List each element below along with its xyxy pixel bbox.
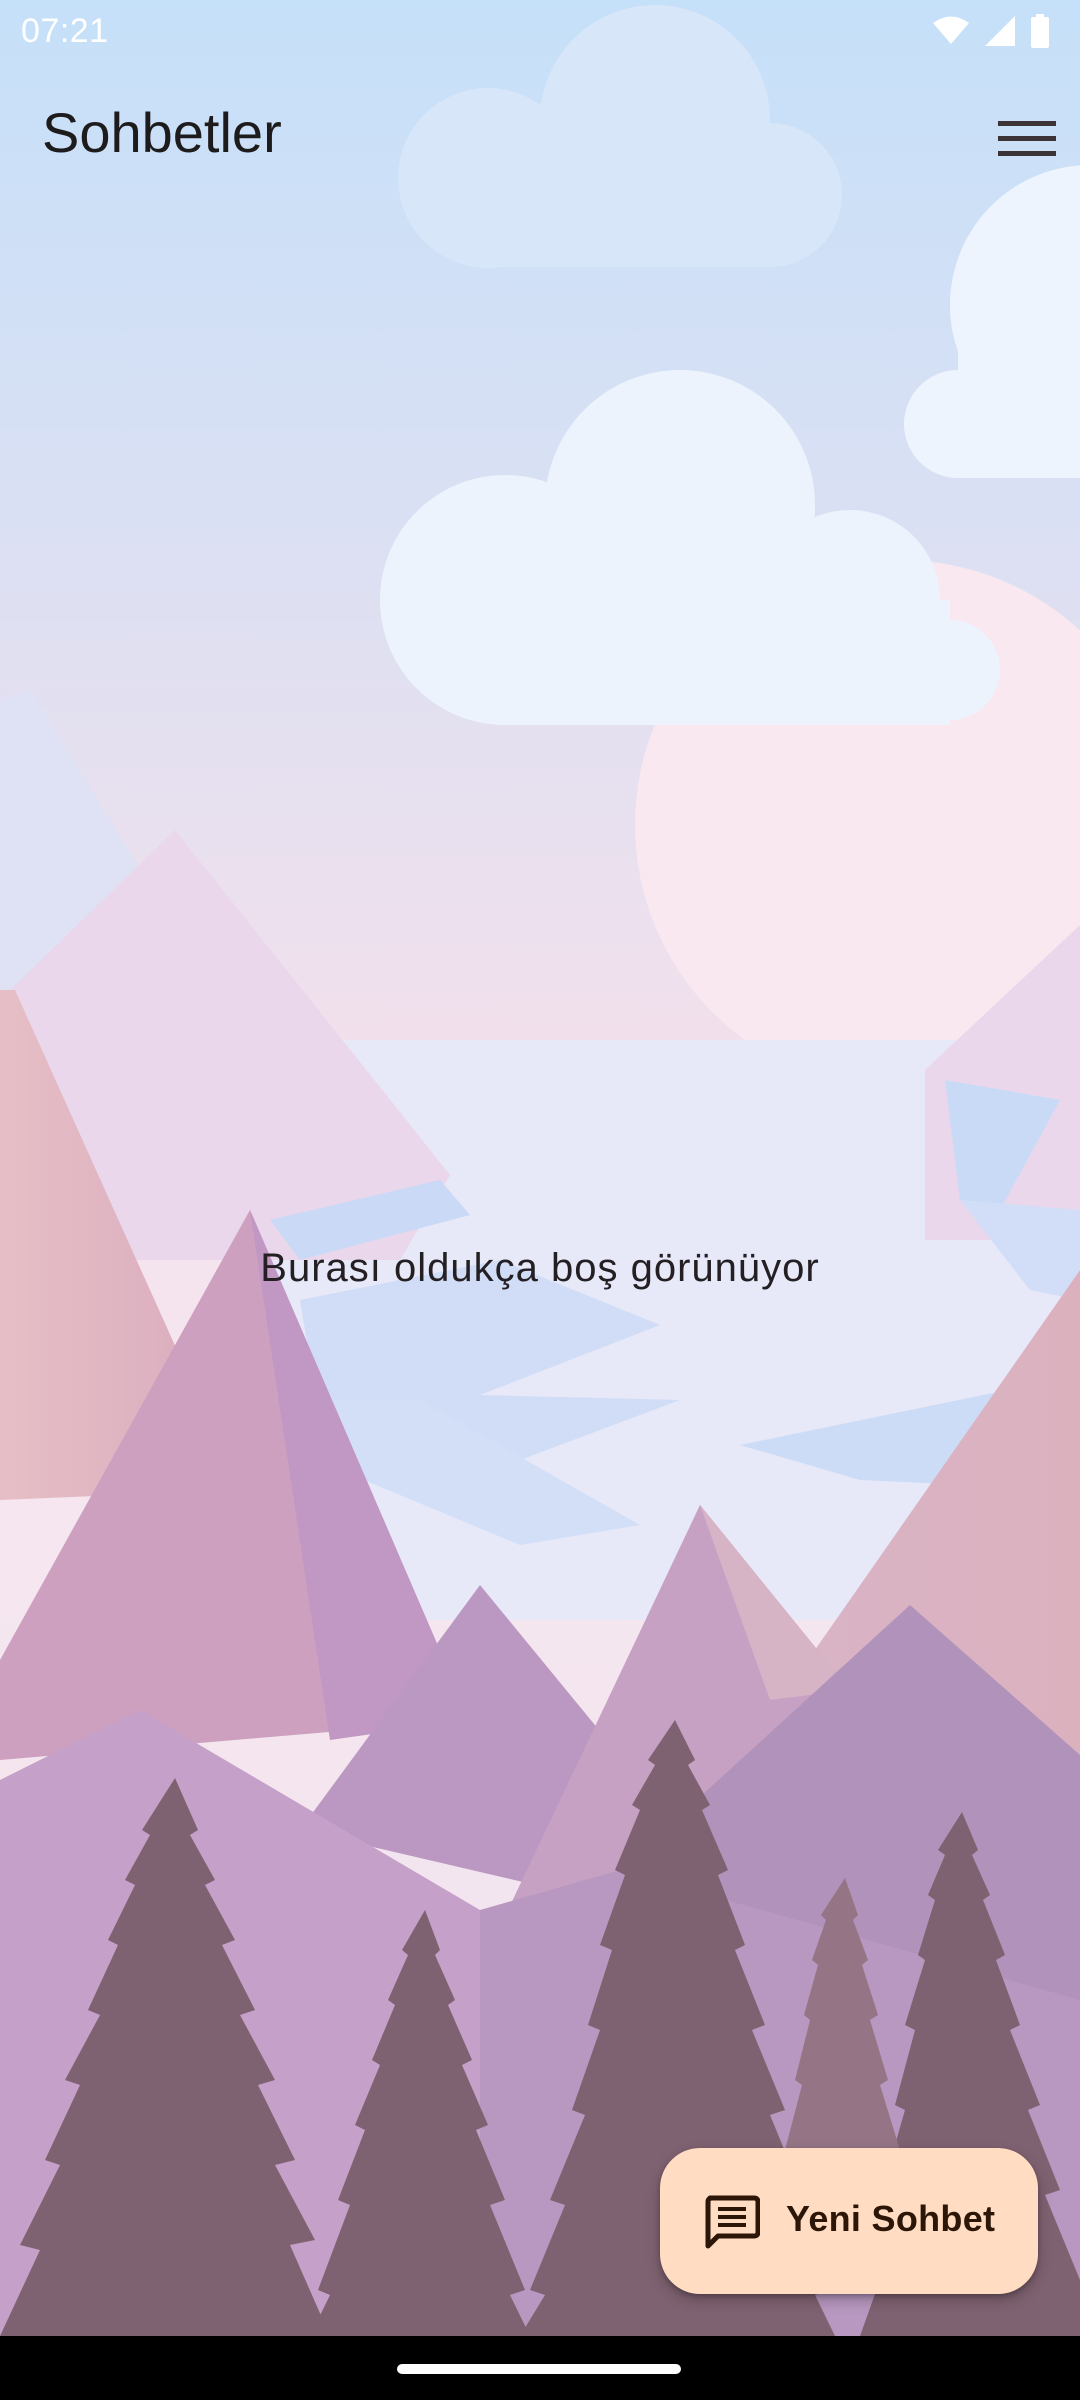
status-bar: 07:21 — [0, 0, 1080, 64]
menu-button[interactable] — [974, 88, 1080, 194]
wifi-icon — [932, 16, 970, 51]
background-illustration — [0, 0, 1080, 2336]
empty-state-message: Burası oldukça boş görünüyor — [260, 1246, 820, 1290]
battery-icon — [1030, 14, 1050, 53]
hamburger-menu-icon — [998, 119, 1056, 164]
app-bar: Sohbetler — [0, 64, 1080, 208]
signal-icon — [984, 15, 1016, 52]
navigation-bar — [0, 2336, 1080, 2400]
page-title: Sohbetler — [42, 101, 282, 164]
home-gesture-handle[interactable] — [397, 2364, 681, 2374]
status-icons — [932, 14, 1050, 53]
chat-message-icon — [704, 2194, 761, 2250]
new-chat-button[interactable]: Yeni Sohbet — [660, 2148, 1038, 2294]
mountain-landscape-illustration — [0, 0, 1080, 2336]
status-time: 07:21 — [21, 12, 109, 50]
new-chat-label: Yeni Sohbet — [786, 2198, 996, 2239]
